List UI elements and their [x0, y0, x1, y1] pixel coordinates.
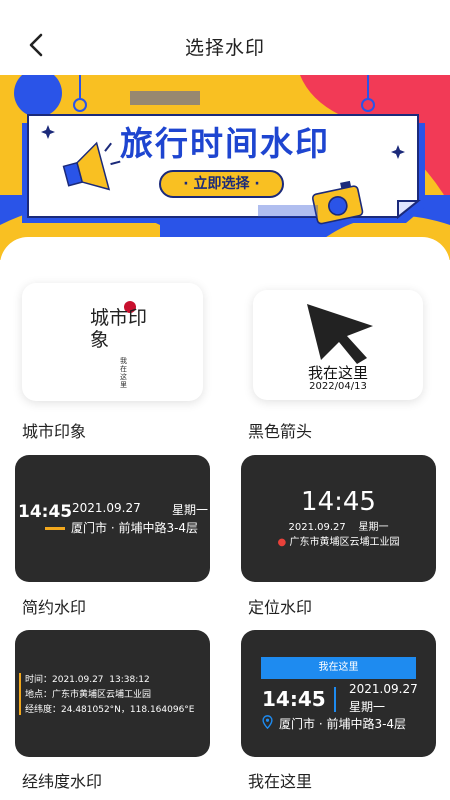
location-time: 14:45: [301, 487, 376, 517]
here-time: 14:45: [262, 687, 326, 711]
banner-artwork: [0, 75, 450, 260]
simple-date: 2021.09.27: [72, 501, 141, 515]
banner[interactable]: 旅行时间水印 · 立即选择 ·: [0, 75, 450, 260]
card-label-coordinates: 经纬度水印: [22, 772, 103, 791]
black-arrow-icon: [307, 304, 373, 364]
location-date-line: 2021.09.27 星期一: [288, 522, 389, 533]
banner-title: 旅行时间水印: [120, 124, 330, 163]
watermark-card-simple[interactable]: 14:45 2021.09.27 星期一 厦门市 · 前埔中路3-4层: [15, 455, 210, 582]
here-top-bar: 我在这里: [261, 657, 416, 679]
city-impression-art: 城市印象 我在这里: [84, 295, 154, 389]
card-label-location: 定位水印: [248, 598, 313, 617]
coord-latlng-line: 经纬度：24.481052°N，118.164096°E: [25, 705, 195, 715]
location-line: ● 广东市黄埔区云埔工业园: [241, 533, 436, 548]
simple-location: 厦门市 · 前埔中路3-4层: [71, 521, 199, 535]
location-pin-icon: ●: [277, 537, 287, 548]
card-label-black-arrow: 黑色箭头: [248, 422, 313, 441]
simple-time: 14:45: [18, 502, 73, 522]
watermark-card-coordinates[interactable]: 时间：2021.09.27 13:38:12 地点：广东市黄埔区云埔工业园 经纬…: [15, 630, 210, 757]
card-label-simple: 简约水印: [22, 598, 87, 617]
location-text: 广东市黄埔区云埔工业园: [289, 537, 400, 548]
card-label-here: 我在这里: [248, 772, 313, 791]
arrow-place-text: 我在这里: [307, 364, 368, 382]
watermark-card-location[interactable]: 14:45 2021.09.27 星期一 ● 广东市黄埔区云埔工业园: [241, 455, 436, 582]
here-weekday: 星期一: [349, 700, 386, 714]
watermark-card-black-arrow[interactable]: 我在这里 2022/04/13: [253, 290, 423, 400]
here-date: 2021.09.27: [349, 682, 418, 696]
orange-divider: [45, 527, 65, 530]
yellow-vertical-bar: [19, 673, 21, 715]
here-divider: [334, 687, 336, 712]
here-location: 厦门市 · 前埔中路3-4层: [279, 717, 407, 731]
arrow-date-text: 2022/04/13: [309, 381, 367, 392]
watermark-card-here[interactable]: 我在这里 14:45 2021.09.27 星期一 厦门市 · 前埔中路3-4层: [241, 630, 436, 757]
coord-place-line: 地点：广东市黄埔区云埔工业园: [25, 690, 152, 700]
select-now-button[interactable]: · 立即选择 ·: [159, 170, 284, 198]
simple-weekday: 星期一: [172, 503, 209, 517]
watermark-card-city-impression[interactable]: 城市印象 我在这里: [22, 283, 203, 401]
coord-time-line: 时间：2021.09.27 13:38:12: [25, 675, 150, 685]
page-title: 选择水印: [184, 37, 265, 59]
header: 选择水印: [0, 0, 450, 75]
city-impression-art-text: 城市印象: [90, 307, 148, 351]
city-impression-sub-text: 我在这里: [120, 357, 127, 389]
card-label-city-impression: 城市印象: [22, 422, 87, 441]
location-pin-outline-icon: [262, 715, 273, 729]
